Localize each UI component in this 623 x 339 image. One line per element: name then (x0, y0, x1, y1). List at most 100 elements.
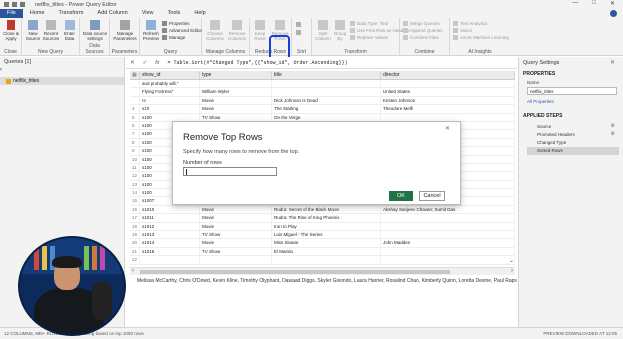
enter-data-button[interactable]: Enter Data (61, 20, 78, 41)
tab-transform[interactable]: Transform (52, 9, 91, 18)
table-row[interactable]: 21 s1015 TV Show El Marido (130, 247, 515, 257)
scroll-thumb[interactable] (140, 270, 450, 274)
all-properties-link[interactable]: All Properties (527, 99, 554, 104)
table-row[interactable]: Flying Fortress" William Wyler United Stat… (130, 88, 515, 97)
number-of-rows-input[interactable] (183, 167, 277, 176)
recent-sources-button[interactable]: Recent Sources (42, 20, 60, 41)
cell-type[interactable]: Movie (200, 105, 272, 113)
cell-director[interactable]: Kirsten Johnson (381, 96, 515, 105)
manage-button[interactable]: Manage (162, 35, 185, 40)
cell-title[interactable]: Lois Miguel - The Series (272, 231, 381, 239)
confirm-formula-icon[interactable]: ✓ (139, 60, 152, 66)
manage-parameters-button[interactable]: Manage Parameters (112, 20, 138, 41)
cancel-button[interactable]: Cancel (419, 191, 445, 201)
table-row[interactable]: 20 s1014 Movie Miss Sloane John Madden (130, 239, 515, 248)
table-row[interactable]: 19 s1013 TV Show Lois Miguel - The Series (130, 231, 515, 240)
tab-tools[interactable]: Tools (161, 9, 188, 18)
table-row[interactable]: rs Movie Dick Johnson Is Dead Kirsten Johns… (130, 96, 515, 106)
scroll-down-icon[interactable]: ⌄ (509, 257, 514, 264)
replace-values-button[interactable]: Replace Values (350, 35, 388, 40)
cell-director[interactable]: Akshay Sanjeev Chavan; Sumit Das (381, 205, 515, 214)
cell-show-id[interactable]: Flying Fortress" (140, 88, 200, 96)
tab-help[interactable]: Help (187, 9, 212, 18)
cell-title[interactable]: Miss Sloane (272, 239, 381, 247)
remove-columns-button[interactable]: Remove Columns (226, 20, 248, 41)
cell-show-id[interactable] (140, 256, 200, 264)
cell-show-id[interactable]: s1015 (140, 247, 200, 256)
formula-input[interactable]: = Table.Sort(#"Changed Type",{{"show_id"… (168, 60, 348, 66)
table-row[interactable]: and probably will." (130, 80, 515, 89)
cell-type[interactable]: Movie (200, 239, 272, 247)
cell-title[interactable]: Rudra: The Rise of King Phoenix (272, 214, 381, 222)
close-settings-icon[interactable]: ✕ (610, 59, 615, 66)
cell-type[interactable]: Movie (200, 214, 272, 222)
step-source[interactable]: Source ⚙ (527, 123, 619, 131)
cell-type[interactable]: William Wyler (200, 88, 272, 96)
azure-ml-button[interactable]: Azure Machine Learning (453, 35, 509, 40)
cell-type[interactable]: Movie (200, 96, 272, 105)
sort-ascending-button[interactable] (296, 22, 301, 27)
cell-director[interactable] (381, 256, 515, 264)
merge-queries-button[interactable]: Merge Queries (403, 21, 440, 26)
cell-title[interactable] (272, 88, 381, 96)
scroll-left-icon[interactable]: ‹ (132, 268, 134, 274)
cell-title[interactable]: El Marido (272, 247, 381, 256)
step-changed-type[interactable]: Changed Type (527, 139, 619, 147)
step-sorted-rows[interactable]: Sorted Rows (527, 147, 619, 155)
cell-show-id[interactable]: s1010 (140, 205, 200, 214)
ok-button[interactable]: OK (389, 191, 413, 201)
vision-button[interactable]: Vision (453, 28, 472, 33)
data-type-dropdown[interactable]: Data Type: Text (350, 21, 388, 26)
minimize-button[interactable]: — (572, 0, 578, 7)
cell-show-id[interactable]: rs (140, 96, 200, 105)
column-header-type[interactable]: type (200, 71, 272, 79)
table-row[interactable]: 18 s1012 Movie Iron to Play (130, 222, 515, 232)
horizontal-scrollbar[interactable]: ‹ › (130, 267, 515, 275)
tab-home[interactable]: Home (23, 9, 52, 18)
append-queries-button[interactable]: Append Queries (403, 28, 443, 33)
cell-director[interactable] (381, 214, 515, 222)
cell-show-id[interactable]: s1011 (140, 214, 200, 222)
save-icon[interactable] (4, 2, 9, 7)
cell-type[interactable]: Movie (200, 222, 272, 231)
gear-icon[interactable]: ⚙ (611, 123, 615, 131)
combine-files-button[interactable]: Combine Files (403, 35, 439, 40)
cell-director[interactable]: John Madden (381, 239, 515, 247)
column-header-director[interactable]: director (381, 71, 515, 79)
cell-director[interactable]: United States (381, 88, 515, 96)
undo-icon[interactable] (12, 2, 17, 7)
refresh-preview-button[interactable]: Refresh Preview (142, 20, 160, 41)
cell-director[interactable] (381, 231, 515, 239)
cell-director[interactable] (381, 80, 515, 88)
cell-title[interactable]: Dick Johnson Is Dead (272, 96, 381, 105)
cell-show-id[interactable]: s1012 (140, 222, 200, 231)
tab-view[interactable]: View (135, 9, 161, 18)
query-item[interactable]: netflix_titles (0, 77, 124, 85)
column-header-title[interactable]: title (272, 71, 381, 79)
cell-title[interactable]: On the Verge (272, 113, 381, 121)
help-icon[interactable] (610, 10, 617, 17)
collapse-queries-icon[interactable]: ‹ (0, 67, 2, 73)
group-by-button[interactable]: Group By (332, 20, 348, 41)
cancel-formula-icon[interactable]: ✕ (126, 60, 139, 66)
scroll-right-icon[interactable]: › (511, 268, 513, 274)
cell-title[interactable]: Iron to Play (272, 222, 381, 231)
close-apply-button[interactable]: Close & Apply (2, 20, 20, 41)
cell-type[interactable]: Movie (200, 205, 272, 214)
new-source-button[interactable]: New Source (24, 20, 42, 41)
close-dialog-icon[interactable]: ✕ (445, 125, 450, 132)
tab-add-column[interactable]: Add Column (90, 9, 134, 18)
table-row[interactable]: 17 s1011 Movie Rudra: The Rise of King Phoe… (130, 214, 515, 223)
tab-file[interactable]: File (0, 9, 23, 18)
cell-type[interactable]: TV Show (200, 247, 272, 256)
text-analytics-button[interactable]: Text Analytics (453, 21, 487, 26)
maximize-button[interactable]: □ (592, 0, 596, 7)
cell-show-id[interactable]: s1013 (140, 231, 200, 239)
cell-type[interactable]: TV Show (200, 113, 272, 121)
cell-show-id[interactable]: s100 (140, 113, 200, 121)
properties-button[interactable]: Properties (162, 21, 190, 26)
step-promoted-headers[interactable]: Promoted Headers ⚙ (527, 131, 619, 139)
cell-show-id[interactable]: s10 (140, 105, 200, 113)
cell-director[interactable] (381, 247, 515, 256)
sort-descending-button[interactable] (296, 30, 301, 35)
